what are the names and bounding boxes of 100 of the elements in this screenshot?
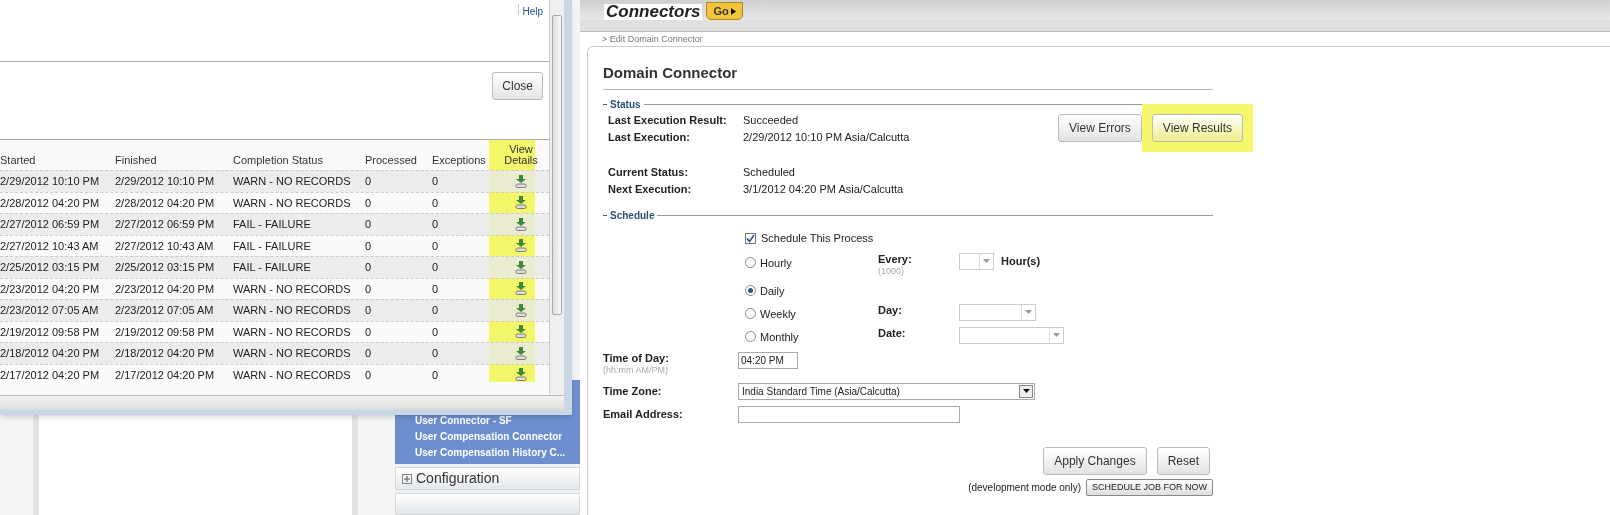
table-cell-text: 0 — [432, 303, 440, 318]
field-value: Scheduled — [743, 164, 795, 180]
field-label: Last Execution Result: — [608, 112, 728, 128]
close-button[interactable]: Close — [492, 72, 543, 100]
dev-mode-note: (development mode only) — [968, 480, 1081, 495]
checkbox[interactable] — [745, 233, 756, 244]
time-input[interactable]: 04:20 PM — [738, 351, 798, 369]
table-row[interactable]: 2/25/2012 03:15 PM 2/25/2012 03:15 PM FAIL - FAILURE 0 0 — [0, 256, 549, 278]
table-cell-text: 2/27/2012 06:59 PM — [0, 217, 101, 232]
table-cell-text: WARN - NO RECORDS — [233, 303, 352, 318]
field-label: Current Status: — [608, 164, 690, 180]
help-link[interactable]: Help — [522, 4, 543, 19]
radio-button[interactable] — [745, 308, 756, 320]
radio-label: Daily — [760, 283, 785, 299]
table-cell-text: 2/28/2012 04:20 PM — [115, 195, 216, 211]
play-icon — [730, 7, 736, 15]
table-cell-text: 0 — [365, 281, 373, 297]
radio-button[interactable] — [745, 331, 756, 343]
view-button[interactable]: View Results — [1151, 113, 1243, 142]
table-cell-text: 2/23/2012 04:20 PM — [115, 281, 216, 297]
field-hint: (hh:mm AM/PM) — [603, 364, 669, 375]
download-icon[interactable] — [515, 303, 527, 317]
table-cell-text: 0 — [365, 324, 373, 340]
download-icon[interactable] — [515, 217, 527, 231]
table-row[interactable]: 2/23/2012 07:05 AM 2/23/2012 07:05 AM WARN - NO RECORDS 0 0 — [0, 299, 549, 321]
table-cell-text: 0 — [432, 217, 440, 232]
radio-button[interactable] — [745, 285, 756, 297]
form-title: Domain Connector — [603, 62, 1213, 90]
download-icon[interactable] — [515, 174, 527, 188]
column-header[interactable]: Started — [0, 155, 115, 170]
table-row[interactable]: 2/18/2012 04:20 PM 2/18/2012 04:20 PM WARN - NO RECORDS 0 0 — [0, 342, 549, 364]
unit-label: Hour(s) — [1001, 253, 1041, 269]
caret-icon — [1053, 333, 1060, 337]
field-label: Last Execution: — [608, 129, 691, 145]
table-row[interactable]: 2/27/2012 06:59 PM 2/27/2012 06:59 PM FAIL - FAILURE 0 0 — [0, 213, 549, 235]
section-legend: Schedule — [610, 207, 655, 223]
table-row[interactable]: 2/17/2012 04:20 PM 2/17/2012 04:20 PM WARN - NO RECORDS 0 0 — [0, 363, 549, 385]
field-label: Date: — [878, 326, 907, 340]
radio-label: Weekly — [760, 306, 796, 322]
table-cell-text: 2/23/2012 04:20 PM — [0, 281, 101, 297]
go-button[interactable]: Go — [706, 2, 743, 20]
column-header[interactable]: Finished — [115, 155, 233, 170]
horizontal-scrollbar[interactable] — [0, 395, 564, 410]
table-cell-text: WARN - NO RECORDS — [233, 367, 352, 383]
table-cell-text: 0 — [432, 324, 440, 340]
field-hint: (1000) — [878, 265, 905, 276]
table-cell-text: 2/18/2012 04:20 PM — [115, 346, 216, 361]
table-cell-text: 2/25/2012 03:15 PM — [0, 260, 101, 275]
table-cell-text: 0 — [365, 195, 373, 211]
table-cell-text: 2/27/2012 10:43 AM — [0, 238, 100, 254]
table-cell-text: 0 — [365, 346, 373, 361]
table-cell-text: WARN - NO RECORDS — [233, 174, 352, 189]
table-cell-text: 0 — [365, 260, 373, 275]
section-legend: Status — [610, 96, 641, 112]
download-icon[interactable] — [515, 196, 527, 210]
field-label: Every: — [878, 252, 913, 266]
column-header[interactable]: Exceptions — [432, 155, 497, 170]
column-header[interactable]: Processed — [365, 155, 432, 170]
radio-button[interactable] — [745, 257, 756, 269]
table-cell-text: 2/27/2012 10:43 AM — [115, 238, 215, 254]
view-button[interactable]: View Errors — [1058, 113, 1142, 142]
table-cell-text: 2/23/2012 07:05 AM — [115, 303, 215, 318]
table-cell-text: 2/29/2012 10:10 PM — [0, 174, 101, 189]
table-cell-text: 0 — [365, 238, 373, 254]
table-cell-text: 0 — [432, 195, 440, 211]
table-cell-text: 0 — [365, 217, 373, 232]
table-cell-text: 0 — [432, 174, 440, 189]
table-cell-text: WARN - NO RECORDS — [233, 281, 352, 297]
download-icon[interactable] — [515, 346, 527, 360]
table-cell-text: 2/28/2012 04:20 PM — [0, 195, 101, 211]
caret-icon — [1022, 389, 1030, 393]
field-value: Succeeded — [743, 112, 799, 128]
action-button[interactable]: Reset — [1156, 446, 1210, 475]
radio-label: Hourly — [760, 255, 792, 271]
table-row[interactable]: 2/29/2012 10:10 PM 2/29/2012 10:10 PM WARN - NO RECORDS 0 0 — [0, 170, 549, 192]
table-cell-text: FAIL - FAILURE — [233, 238, 312, 254]
download-icon[interactable] — [515, 260, 527, 274]
table-cell-text: 0 — [432, 367, 440, 383]
download-icon[interactable] — [515, 239, 527, 253]
schedule-now-button[interactable]: SCHEDULE JOB FOR NOW — [1086, 478, 1213, 496]
table-cell-text: 2/27/2012 06:59 PM — [115, 217, 216, 232]
table-cell-text: 0 — [432, 281, 440, 297]
table-cell-text: 0 — [432, 346, 440, 361]
vertical-scrollbar[interactable] — [549, 0, 564, 395]
column-header[interactable]: Completion Status — [233, 155, 365, 170]
timezone-select[interactable]: India Standard Time (Asia/Calcutta) — [738, 382, 1035, 400]
download-icon[interactable] — [515, 325, 527, 339]
table-cell-text: 2/18/2012 04:20 PM — [0, 346, 101, 361]
table-cell-text: FAIL - FAILURE — [233, 260, 312, 275]
action-button[interactable]: Apply Changes — [1043, 446, 1147, 475]
table-cell-text: 2/25/2012 03:15 PM — [115, 260, 216, 275]
dropdown[interactable] — [959, 252, 994, 270]
email-input[interactable] — [738, 405, 960, 423]
table-cell-text: 0 — [365, 367, 373, 383]
accordion-header[interactable]: Configuration — [395, 467, 580, 490]
download-icon[interactable] — [515, 368, 527, 382]
table-cell-text: 2/19/2012 09:58 PM — [0, 324, 101, 340]
table-cell-text: 2/29/2012 10:10 PM — [115, 174, 216, 189]
download-icon[interactable] — [515, 282, 527, 296]
table-cell-text: 0 — [365, 303, 373, 318]
